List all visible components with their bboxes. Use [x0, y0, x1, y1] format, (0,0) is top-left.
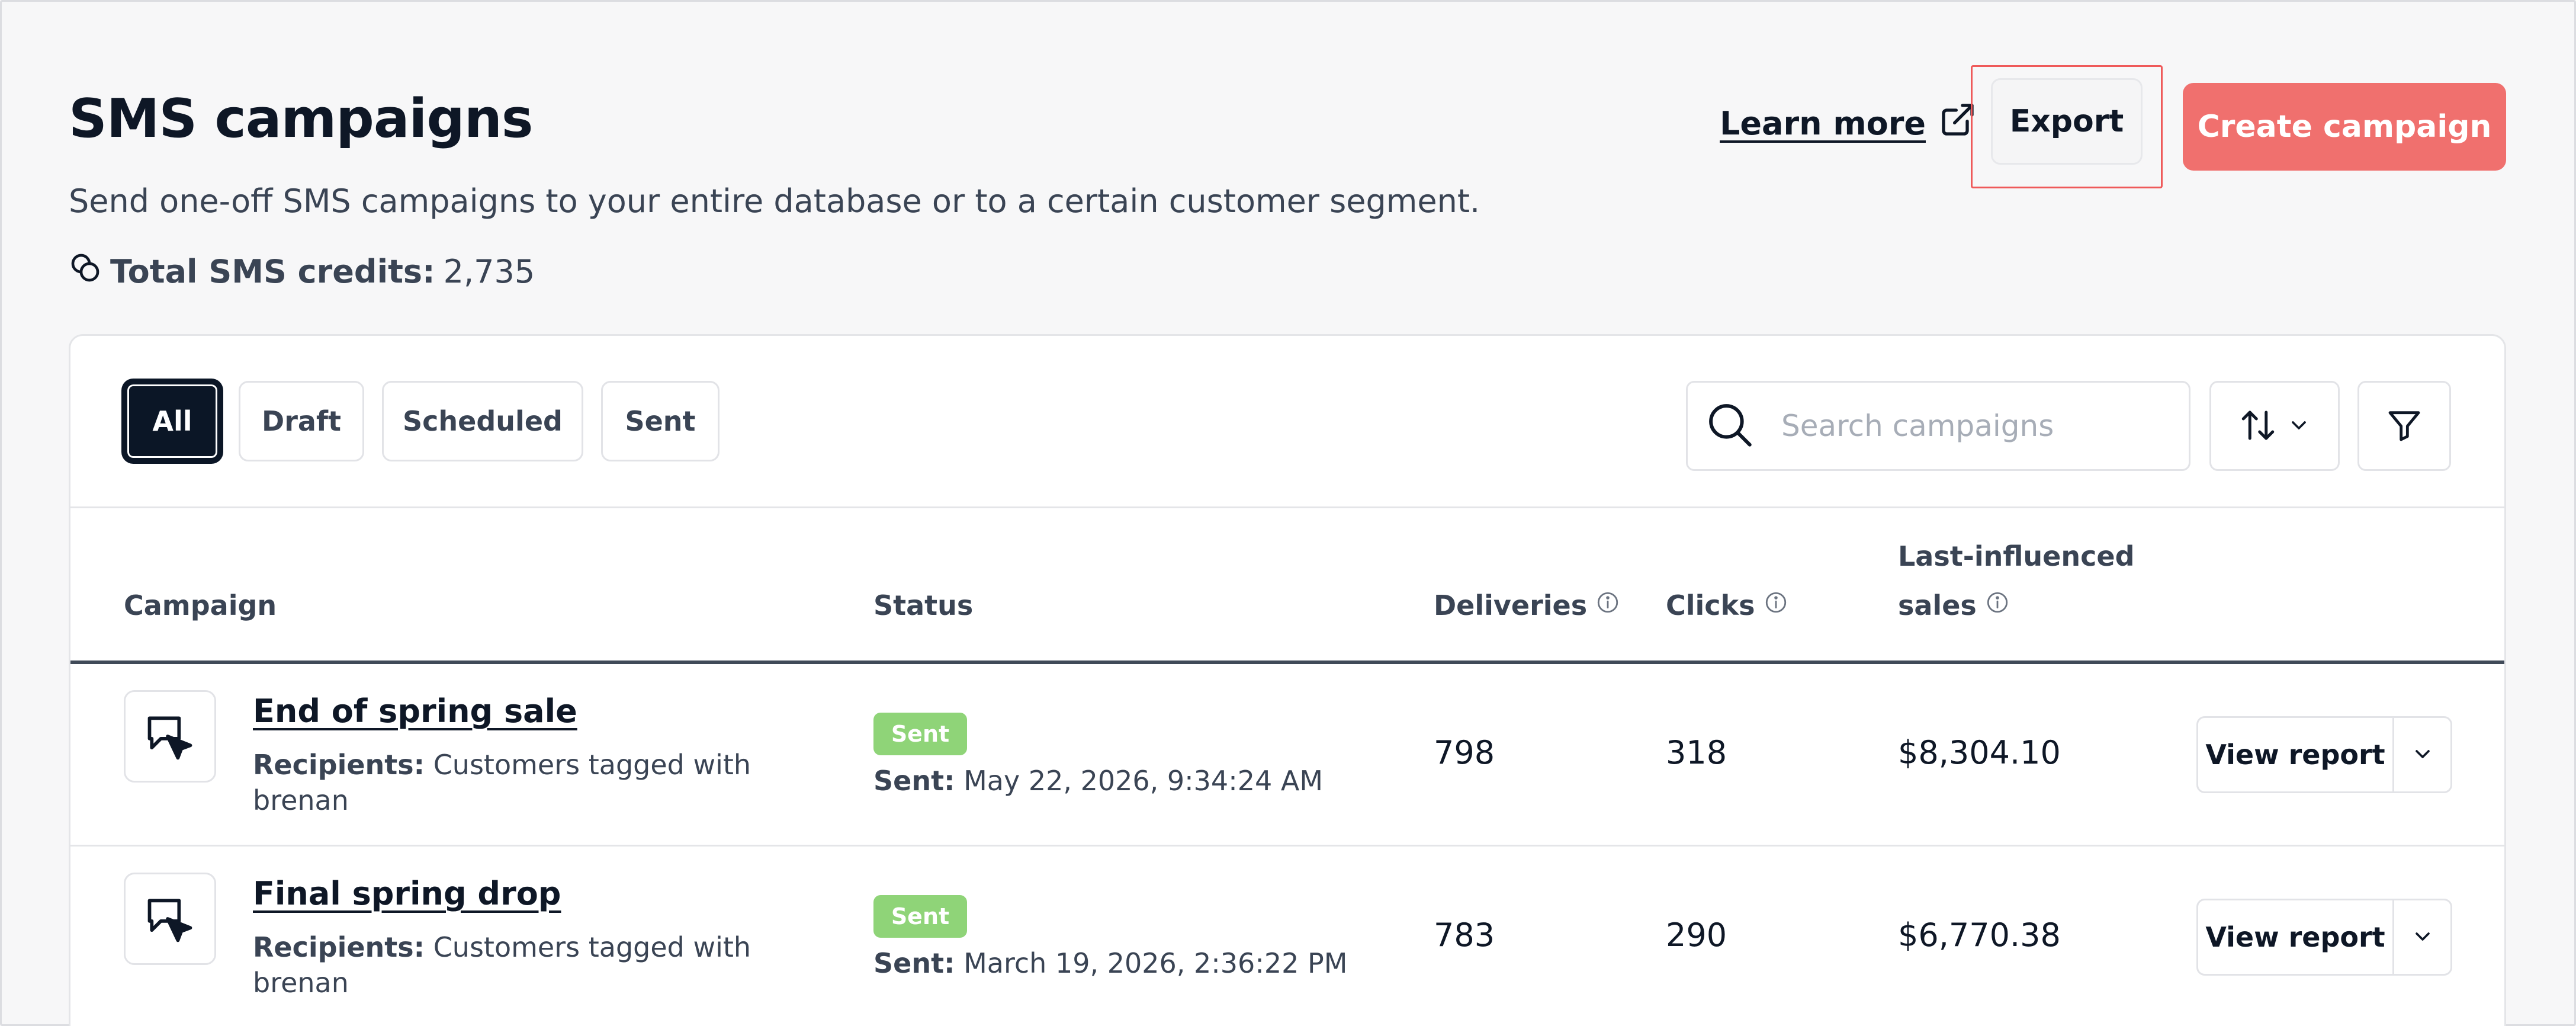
column-header-deliveries: Deliveries	[1434, 589, 1620, 621]
recipients-label: Recipients:	[253, 749, 425, 781]
sent-date: Sent: May 22, 2026, 9:34:24 AM	[873, 765, 1323, 797]
table-row: End of spring sale Recipients: Customers…	[70, 664, 2504, 847]
search-box	[1686, 381, 2190, 471]
tab-sent[interactable]: Sent	[601, 381, 720, 461]
search-icon	[1688, 398, 1756, 454]
chevron-down-icon	[2411, 742, 2434, 768]
search-input[interactable]	[1781, 409, 2184, 443]
sort-icon	[2238, 406, 2278, 447]
campaigns-card: All Draft Scheduled Sent Search campaign…	[69, 334, 2506, 1026]
sort-button[interactable]	[2209, 381, 2340, 471]
sms-send-icon	[124, 873, 216, 965]
chevron-down-icon	[2287, 413, 2311, 439]
status-badge: Sent	[873, 895, 967, 938]
sms-credits: Total SMS credits: 2,735	[69, 251, 535, 292]
chevron-down-icon	[2411, 925, 2434, 950]
info-icon[interactable]	[1595, 589, 1620, 621]
sent-label: Sent:	[873, 765, 955, 797]
view-report-group: View report	[2196, 716, 2452, 793]
sales-value: $8,304.10	[1898, 734, 2061, 771]
sent-date-value: May 22, 2026, 9:34:24 AM	[963, 765, 1324, 797]
view-report-button[interactable]: View report	[2198, 718, 2392, 791]
learn-more-label: Learn more	[1720, 105, 1926, 142]
column-label: Clicks	[1666, 589, 1755, 621]
column-label: Deliveries	[1434, 589, 1588, 621]
info-icon[interactable]	[1764, 589, 1788, 621]
column-header-status: Status	[873, 589, 973, 621]
sent-date: Sent: March 19, 2026, 2:36:22 PM	[873, 947, 1347, 979]
sales-value: $6,770.38	[1898, 916, 2061, 954]
tab-draft[interactable]: Draft	[239, 381, 364, 461]
credits-value: 2,735	[443, 253, 535, 290]
campaign-title-link[interactable]: Final spring drop	[253, 875, 561, 912]
page-subtitle: Send one-off SMS campaigns to your entir…	[69, 182, 1480, 220]
view-report-button[interactable]: View report	[2198, 900, 2392, 974]
tab-scheduled[interactable]: Scheduled	[382, 381, 583, 461]
filter-button[interactable]	[2357, 381, 2451, 471]
status-badge: Sent	[873, 713, 967, 755]
recipients-label: Recipients:	[253, 931, 425, 963]
row-actions-dropdown[interactable]	[2392, 718, 2450, 791]
tab-all[interactable]: All	[124, 381, 221, 461]
row-actions-dropdown[interactable]	[2392, 900, 2450, 974]
learn-more-link[interactable]: Learn more	[1720, 101, 1977, 146]
filter-icon	[2385, 406, 2423, 446]
toolbar-divider	[70, 506, 2504, 508]
view-report-group: View report	[2196, 899, 2452, 976]
campaign-title-link[interactable]: End of spring sale	[253, 692, 577, 730]
export-button[interactable]: Export	[1991, 78, 2143, 165]
column-label: Last-influenced	[1898, 540, 2135, 572]
column-header-clicks: Clicks	[1666, 589, 1788, 621]
deliveries-value: 798	[1434, 734, 1495, 771]
column-label: sales	[1898, 589, 1977, 621]
sent-label: Sent:	[873, 947, 955, 979]
campaign-recipients: Recipients: Customers tagged with brenan	[253, 929, 786, 1001]
clicks-value: 318	[1666, 734, 1727, 771]
deliveries-value: 783	[1434, 916, 1495, 954]
column-label: Campaign	[124, 589, 277, 621]
status-tabs: All Draft Scheduled Sent	[124, 381, 720, 461]
sent-date-value: March 19, 2026, 2:36:22 PM	[963, 947, 1348, 979]
column-label: Status	[873, 589, 974, 621]
create-campaign-button[interactable]: Create campaign	[2183, 83, 2506, 171]
column-header-sales-line1: Last-influenced	[1898, 540, 2135, 572]
campaign-recipients: Recipients: Customers tagged with brenan	[253, 747, 786, 818]
credits-label: Total SMS credits:	[110, 253, 435, 290]
sms-send-icon	[124, 690, 216, 783]
column-header-campaign: Campaign	[124, 589, 277, 621]
credits-icon	[69, 251, 102, 292]
table-row: Final spring drop Recipients: Customers …	[70, 847, 2504, 1026]
page-title: SMS campaigns	[69, 88, 533, 150]
column-header-sales: sales	[1898, 589, 2010, 621]
clicks-value: 290	[1666, 916, 1727, 954]
info-icon[interactable]	[1985, 589, 2010, 621]
